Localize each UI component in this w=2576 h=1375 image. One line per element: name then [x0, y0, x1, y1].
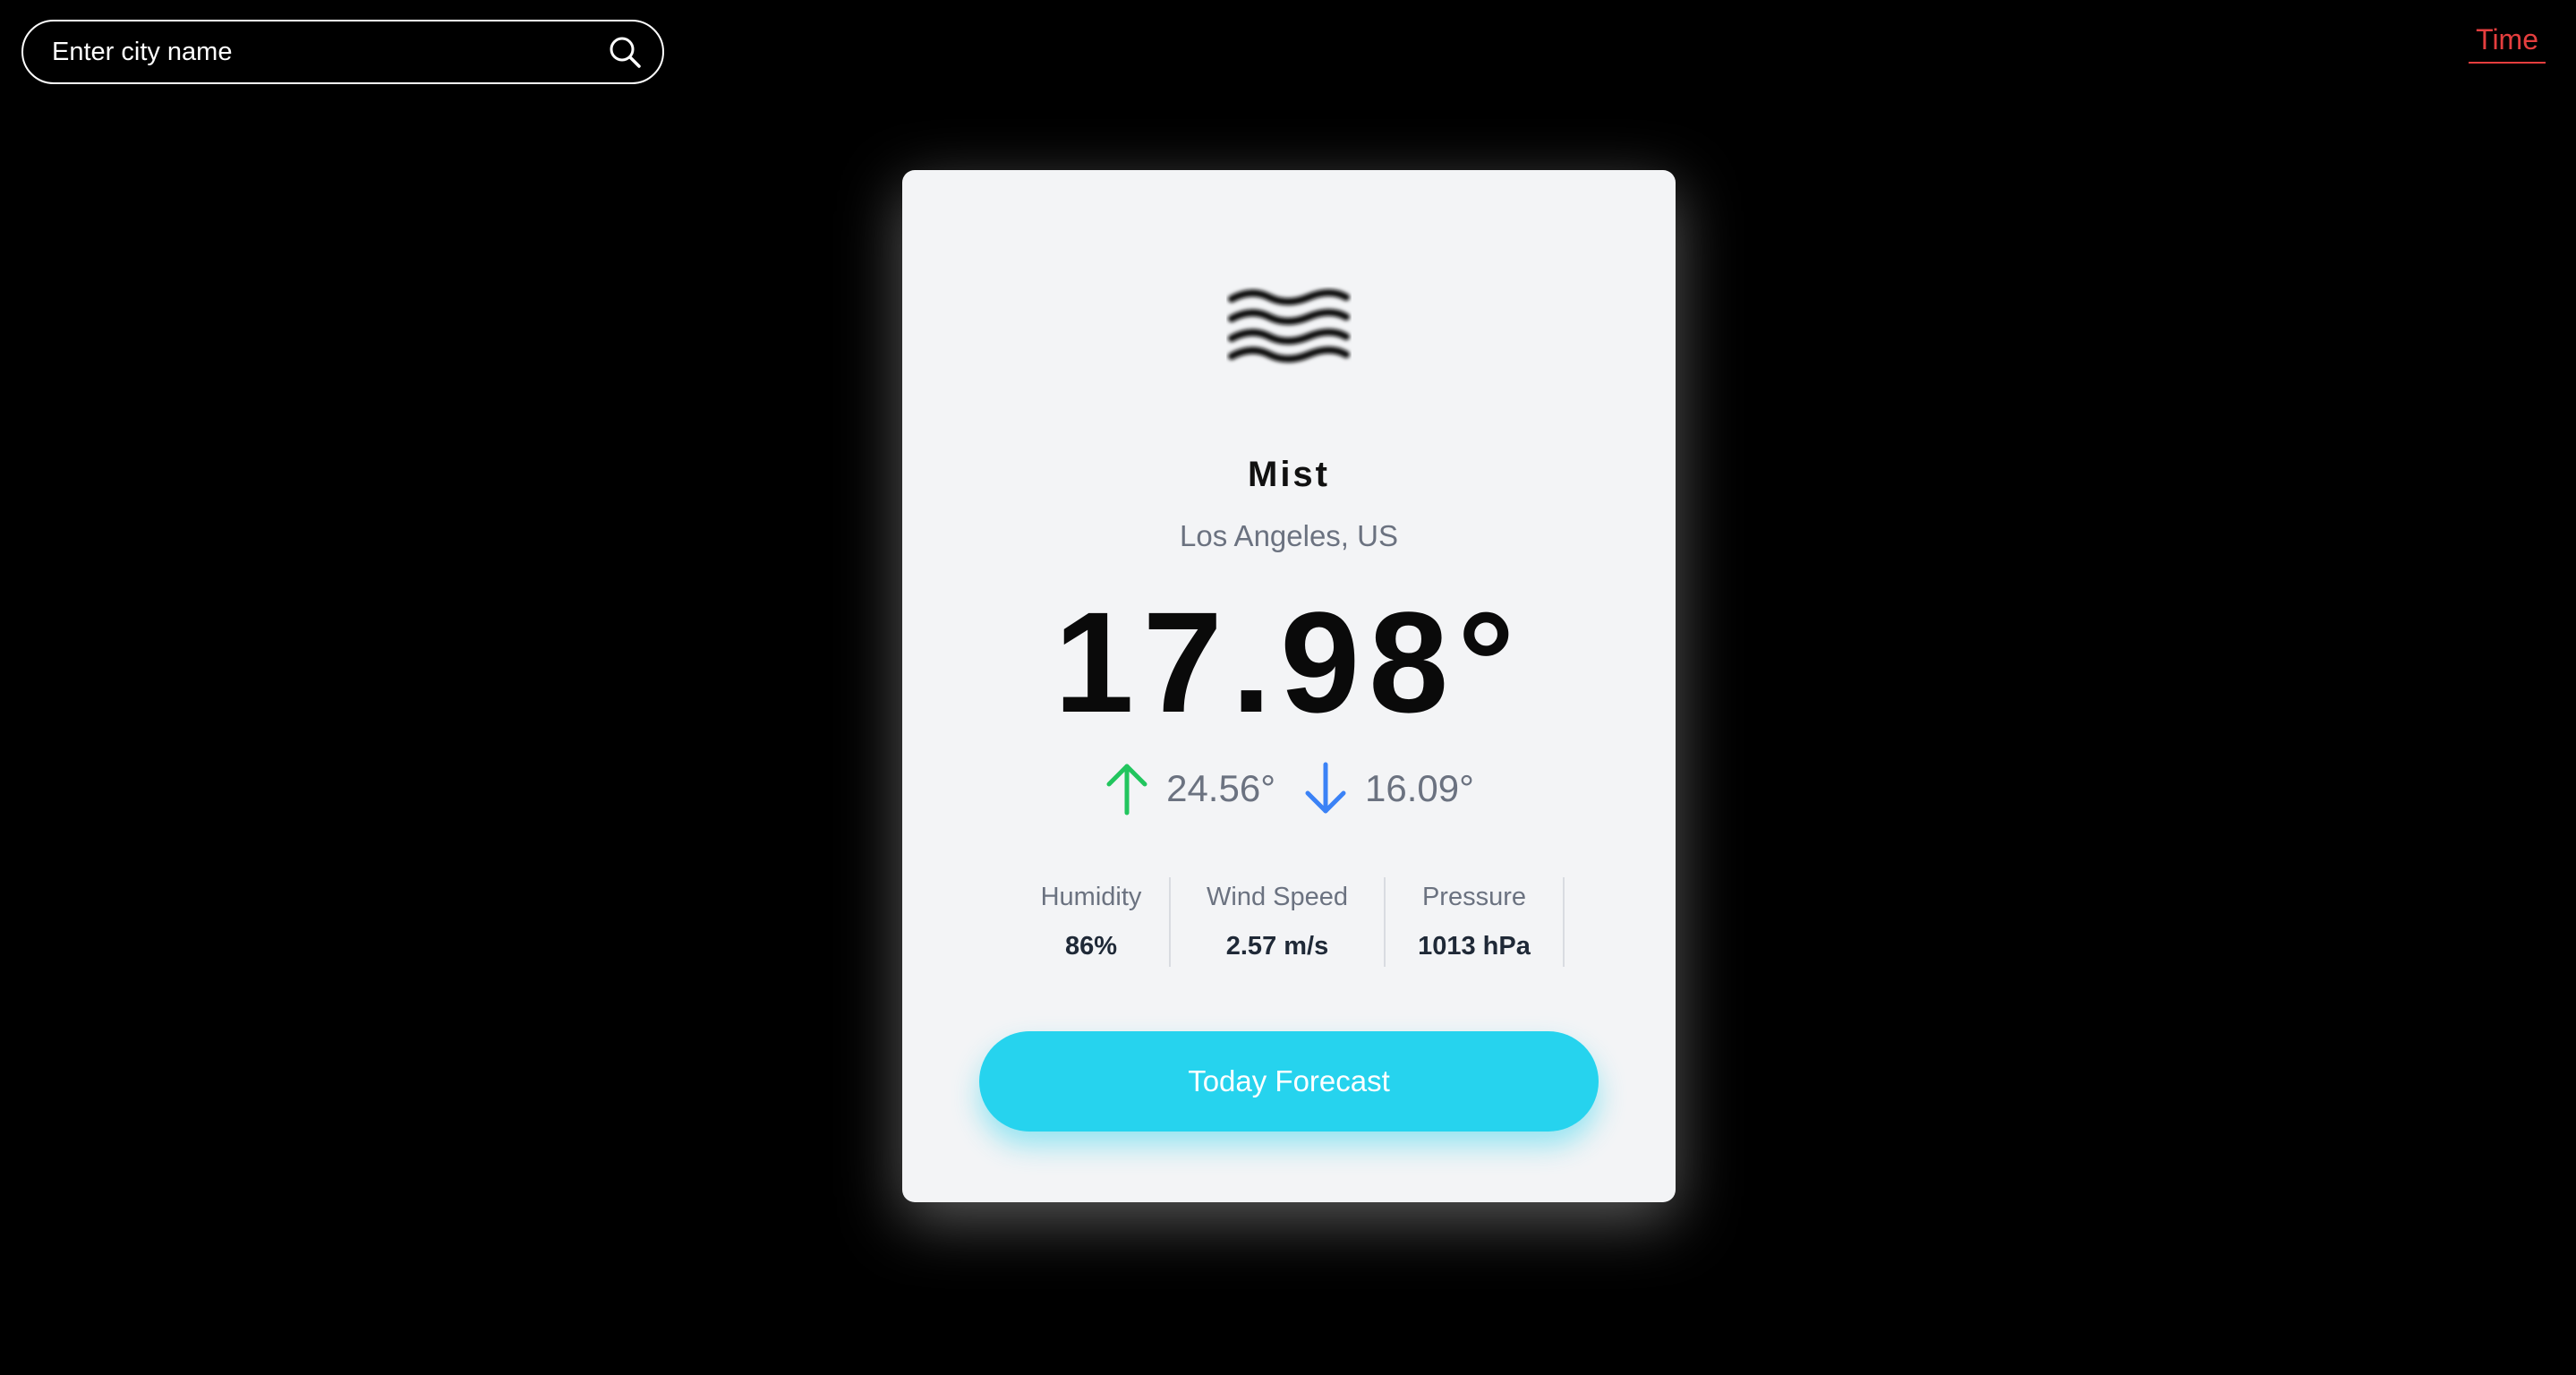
max-temp-value: 24.56°: [1166, 767, 1275, 809]
min-temp-group: 16.09°: [1302, 761, 1474, 816]
weather-card: Mist Los Angeles, US 17.98° 24.56° 16.09…: [902, 170, 1676, 1202]
search-icon[interactable]: [605, 32, 644, 72]
location-label: Los Angeles, US: [1180, 519, 1398, 552]
today-forecast-button[interactable]: Today Forecast: [979, 1031, 1599, 1132]
arrow-down-icon: [1305, 762, 1346, 814]
stat-label: Wind Speed: [1207, 883, 1348, 911]
stat-label: Humidity: [1040, 883, 1142, 911]
stat-value: 1013 hPa: [1418, 932, 1531, 961]
max-temp-group: 24.56°: [1104, 761, 1275, 816]
search-bar: [21, 20, 664, 84]
stat-pressure: Pressure 1013 hPa: [1386, 877, 1565, 967]
stat-humidity: Humidity 86%: [1013, 877, 1171, 967]
time-link[interactable]: Time: [2469, 23, 2546, 64]
weather-condition: Mist: [1248, 455, 1330, 494]
weather-stats: Humidity 86% Wind Speed 2.57 m/s Pressur…: [902, 877, 1676, 967]
stat-value: 86%: [1064, 932, 1118, 961]
temperature-range: 24.56° 16.09°: [902, 757, 1676, 820]
stat-value: 2.57 m/s: [1225, 932, 1329, 961]
stat-wind-speed: Wind Speed 2.57 m/s: [1171, 877, 1386, 967]
min-temp-value: 16.09°: [1365, 767, 1474, 809]
current-temperature: 17.98°: [1053, 582, 1524, 742]
stat-label: Pressure: [1421, 883, 1527, 911]
arrow-up-icon: [1106, 764, 1147, 816]
mist-icon: [1228, 289, 1350, 363]
city-search-input[interactable]: [52, 37, 605, 67]
